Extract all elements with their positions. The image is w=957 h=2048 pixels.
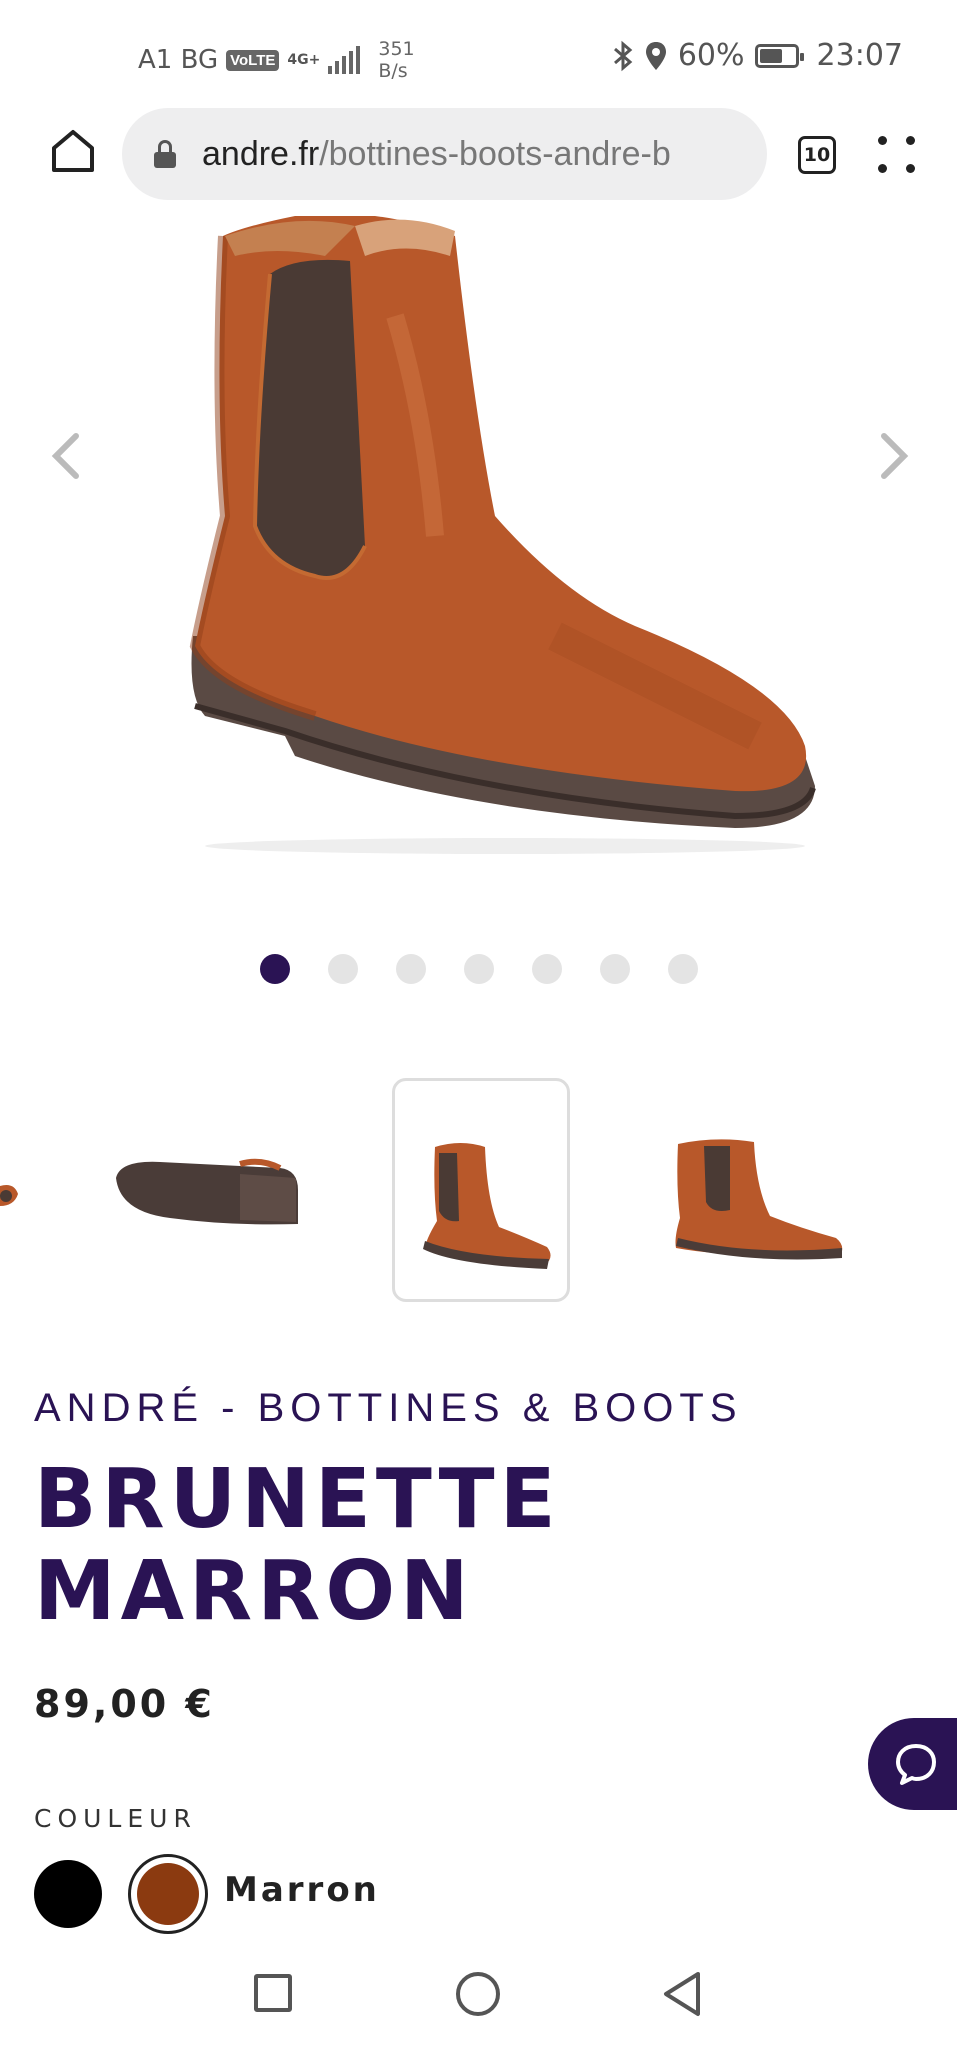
system-nav-bar xyxy=(0,1948,957,2048)
carousel-dot[interactable] xyxy=(396,954,426,984)
chat-bubble-icon xyxy=(896,1744,936,1785)
carrier-name: A1 BG xyxy=(138,45,219,75)
color-swatch-brown-selected[interactable] xyxy=(128,1854,208,1934)
carousel-dot[interactable] xyxy=(464,954,494,984)
color-swatch-black[interactable] xyxy=(34,1860,102,1928)
back-icon[interactable] xyxy=(660,1970,704,2018)
speed-value: 351 xyxy=(378,38,415,60)
product-price: 89,00 € xyxy=(34,1682,215,1726)
color-label: COULEUR xyxy=(34,1804,197,1833)
product-title-line2: MARRON xyxy=(34,1544,474,1639)
menu-icon[interactable] xyxy=(878,136,918,176)
volte-badge: VoLTE xyxy=(226,49,280,71)
thumbnail-selected[interactable] xyxy=(392,1078,570,1302)
battery-percent: 60% xyxy=(677,38,745,73)
carousel-dot[interactable] xyxy=(260,954,290,984)
clock: 23:07 xyxy=(816,38,903,73)
carousel-dot[interactable] xyxy=(668,954,698,984)
network-speed: 351 B/s xyxy=(378,38,414,82)
address-bar[interactable]: andre.fr/bottines-boots-andre-b xyxy=(122,108,767,200)
location-icon xyxy=(645,41,666,70)
tabs-icon[interactable]: 10 xyxy=(798,136,836,174)
chat-button[interactable] xyxy=(868,1718,957,1810)
product-title-line1: BRUNETTE xyxy=(34,1452,561,1547)
chevron-right-icon[interactable] xyxy=(872,426,916,486)
product-title: BRUNETTE MARRON xyxy=(34,1454,561,1638)
home-nav-icon[interactable] xyxy=(456,1972,500,2016)
network-type: 4G+ xyxy=(287,52,321,68)
thumbnail-image[interactable] xyxy=(0,1078,30,1302)
product-brand[interactable]: ANDRÉ - BOTTINES & BOOTS xyxy=(34,1386,743,1431)
product-gallery[interactable] xyxy=(0,206,957,896)
thumbnail-image xyxy=(423,1143,551,1269)
thumbnail-image[interactable] xyxy=(110,1078,310,1302)
browser-toolbar: andre.fr/bottines-boots-andre-b 10 xyxy=(0,104,957,206)
status-left: A1 BG VoLTE 4G+ 351 B/s xyxy=(138,38,415,82)
status-right: 60% 23:07 xyxy=(612,38,903,73)
carousel-dot[interactable] xyxy=(532,954,562,984)
carousel-dot[interactable] xyxy=(328,954,358,984)
home-icon[interactable] xyxy=(48,126,98,176)
status-bar: A1 BG VoLTE 4G+ 351 B/s 60% 23:07 xyxy=(0,0,957,104)
signal-icon xyxy=(328,46,361,74)
url-path: /bottines-boots-andre-b xyxy=(319,134,671,173)
recent-apps-icon[interactable] xyxy=(254,1974,292,2012)
url-text: andre.fr/bottines-boots-andre-b xyxy=(202,135,671,174)
product-main-image xyxy=(189,216,816,854)
tab-count: 10 xyxy=(803,144,831,166)
selected-color-name: Marron xyxy=(224,1870,380,1910)
speed-unit: B/s xyxy=(378,60,408,82)
color-swatch-fill xyxy=(137,1863,199,1925)
thumbnail-strip xyxy=(0,1078,957,1304)
battery-icon xyxy=(754,43,804,68)
bluetooth-icon xyxy=(613,40,633,71)
lock-icon xyxy=(154,140,176,168)
thumbnail-image[interactable] xyxy=(660,1078,850,1302)
carousel-dot[interactable] xyxy=(600,954,630,984)
chevron-left-icon[interactable] xyxy=(44,426,88,486)
url-host: andre.fr xyxy=(202,134,320,173)
